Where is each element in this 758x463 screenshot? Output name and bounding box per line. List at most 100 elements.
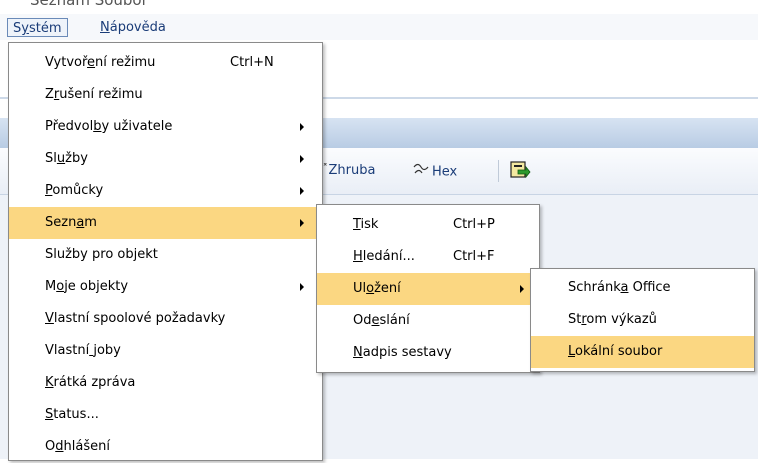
menu-system[interactable]: Systém bbox=[7, 18, 68, 37]
menu-item-label-pre: Předvol bbox=[45, 119, 94, 134]
menu-item[interactable]: Schránka Office bbox=[531, 272, 754, 304]
menu-item-label-pre: St bbox=[568, 312, 582, 327]
menu-item-label: Vytvoření režimu bbox=[45, 47, 155, 79]
menu-item-label-pre: Sezn bbox=[45, 215, 77, 230]
menu-item[interactable]: Vlastní spoolové požadavky bbox=[9, 303, 322, 335]
export-button[interactable] bbox=[509, 160, 531, 180]
menu-item-label: Zrušení režimu bbox=[45, 79, 143, 111]
menu-item-label-u: K bbox=[45, 375, 54, 390]
menu-item-label: Služby bbox=[45, 143, 88, 175]
menu-item-label-u: V bbox=[45, 311, 54, 326]
menu-item-label-u: N bbox=[353, 345, 363, 360]
menu-item-label-pre: O bbox=[45, 439, 56, 454]
menu-item[interactable]: Služby bbox=[9, 143, 322, 175]
menu-item-label-u: T bbox=[353, 217, 361, 232]
menu-item-label-post: adpis sestavy bbox=[362, 345, 452, 360]
menu-item-label: Vlastní joby bbox=[45, 335, 121, 367]
menu-item[interactable]: Odeslání bbox=[317, 305, 539, 337]
menu-item-label: Nadpis sestavy bbox=[353, 337, 452, 369]
menu-item-label-pre: Sl bbox=[45, 151, 57, 166]
menu-item-label-post: Office bbox=[628, 280, 671, 295]
menu-item-label-u: o bbox=[366, 281, 375, 296]
menu-item-label-post: je objekty bbox=[64, 279, 129, 294]
menu-item[interactable]: Uložení bbox=[317, 273, 539, 305]
menu-item-label: Odeslání bbox=[353, 305, 410, 337]
menu-item-label-post: tatus... bbox=[53, 407, 99, 422]
menu-item-shortcut: Ctrl+F bbox=[453, 249, 495, 264]
menu-item[interactable]: Předvolby uživatele bbox=[9, 111, 322, 143]
menu-item-label: Status... bbox=[45, 399, 99, 431]
submenu-arrow-icon bbox=[300, 123, 304, 131]
submenu-arrow-icon bbox=[300, 155, 304, 163]
menu-item[interactable]: Nadpis sestavy bbox=[317, 337, 539, 369]
menu-item[interactable]: Lokální soubor bbox=[531, 336, 754, 368]
menu-item-label-post: slání bbox=[379, 313, 410, 328]
menu-item-label-pre: Schránk bbox=[568, 280, 621, 295]
menu-item[interactable]: Krátká zpráva bbox=[9, 367, 322, 399]
menu-item-label-post: ledání... bbox=[362, 249, 415, 264]
zhruba-button[interactable]: ˟Zhruba bbox=[322, 163, 375, 178]
menu-item-label-pre: Ul bbox=[353, 281, 367, 296]
menu-label-mnemonic: N bbox=[100, 20, 110, 35]
menu-item[interactable]: Vytvoření režimu Ctrl+N bbox=[9, 47, 322, 79]
menu-item-label-post: hlášení bbox=[63, 439, 110, 454]
menu-item-label-u: L bbox=[568, 344, 576, 359]
menu-item[interactable]: Seznam bbox=[9, 207, 322, 239]
menu-item-label: Krátká zpráva bbox=[45, 367, 135, 399]
menu-item-label: Moje objekty bbox=[45, 271, 128, 303]
seznam-submenu: Tisk Ctrl+P Hledání... Ctrl+F Uložení Odeslán… bbox=[316, 204, 540, 373]
menu-label-post: stém bbox=[28, 21, 62, 36]
menu-item-label-post: m bbox=[84, 215, 97, 230]
hex-button[interactable]: Hex bbox=[412, 163, 457, 181]
menu-item-label-post: y uživatele bbox=[101, 119, 173, 134]
menu-item[interactable]: Status... bbox=[9, 399, 322, 431]
menu-item-label-pre: Z bbox=[45, 87, 54, 102]
hex-label: Hex bbox=[432, 164, 458, 180]
menu-item-label: Hledání... bbox=[353, 241, 415, 273]
menu-item-label-u: H bbox=[353, 249, 363, 264]
menu-item[interactable]: Vlastní joby bbox=[9, 335, 322, 367]
menu-item-label: Strom výkazů bbox=[568, 304, 657, 336]
menu-item[interactable]: Tisk Ctrl+P bbox=[317, 209, 539, 241]
top-strip-text: Seznam Soubor bbox=[30, 0, 148, 9]
system-menu: Vytvoření režimu Ctrl+N Zrušení režimu Před… bbox=[8, 42, 323, 461]
menu-item[interactable]: Odhlášení bbox=[9, 431, 322, 463]
menu-item-label-u: u bbox=[56, 151, 66, 166]
menu-item-label-post: žby bbox=[65, 151, 88, 166]
menu-item-label-u: e bbox=[87, 55, 96, 70]
menu-item-label-pre: Od bbox=[353, 313, 372, 328]
menu-item-label-post: rátká zpráva bbox=[53, 375, 136, 390]
menu-item[interactable]: Strom výkazů bbox=[531, 304, 754, 336]
menu-item[interactable]: Moje objekty bbox=[9, 271, 322, 303]
menu-help[interactable]: Nápověda bbox=[95, 18, 171, 37]
menu-item-label-post: isk bbox=[360, 217, 379, 232]
menu-item-label-post: okální soubor bbox=[575, 344, 663, 359]
menu-item-shortcut: Ctrl+N bbox=[230, 55, 274, 70]
menu-item-label-pre: Vytvoř bbox=[45, 55, 88, 70]
menu-item-label: Uložení bbox=[353, 273, 401, 305]
menu-item-label: Služby pro objekt bbox=[45, 239, 158, 271]
menubar: Systém Nápověda bbox=[0, 14, 758, 40]
menu-item[interactable]: Služby pro objekt bbox=[9, 239, 322, 271]
submenu-arrow-icon bbox=[300, 283, 304, 291]
submenu-arrow-icon bbox=[520, 285, 524, 293]
submenu-arrow-icon bbox=[300, 219, 304, 227]
menu-item-label: Odhlášení bbox=[45, 431, 110, 463]
menu-item-label-post: omůcky bbox=[52, 183, 104, 198]
menu-item-label-pre: Vlastní bbox=[45, 343, 90, 358]
submenu-arrow-icon bbox=[300, 187, 304, 195]
menu-item-label: Tisk bbox=[353, 209, 378, 241]
menu-item[interactable]: Zrušení režimu bbox=[9, 79, 322, 111]
top-strip: Seznam Soubor bbox=[0, 0, 758, 14]
menu-item-label-pre: M bbox=[45, 279, 57, 294]
menu-item-label: Pomůcky bbox=[45, 175, 103, 207]
menu-item-label-pre: Služby pro objekt bbox=[45, 247, 158, 262]
zhruba-label: Zhruba bbox=[328, 163, 376, 178]
menu-item-label-post: om výkazů bbox=[586, 312, 657, 327]
menu-item[interactable]: Pomůcky bbox=[9, 175, 322, 207]
menu-item-shortcut: Ctrl+P bbox=[453, 217, 495, 232]
menu-item-label-u: o bbox=[56, 279, 65, 294]
menu-item-label-post: joby bbox=[93, 343, 121, 358]
menu-label-mnemonic: y bbox=[21, 21, 29, 36]
menu-item[interactable]: Hledání... Ctrl+F bbox=[317, 241, 539, 273]
